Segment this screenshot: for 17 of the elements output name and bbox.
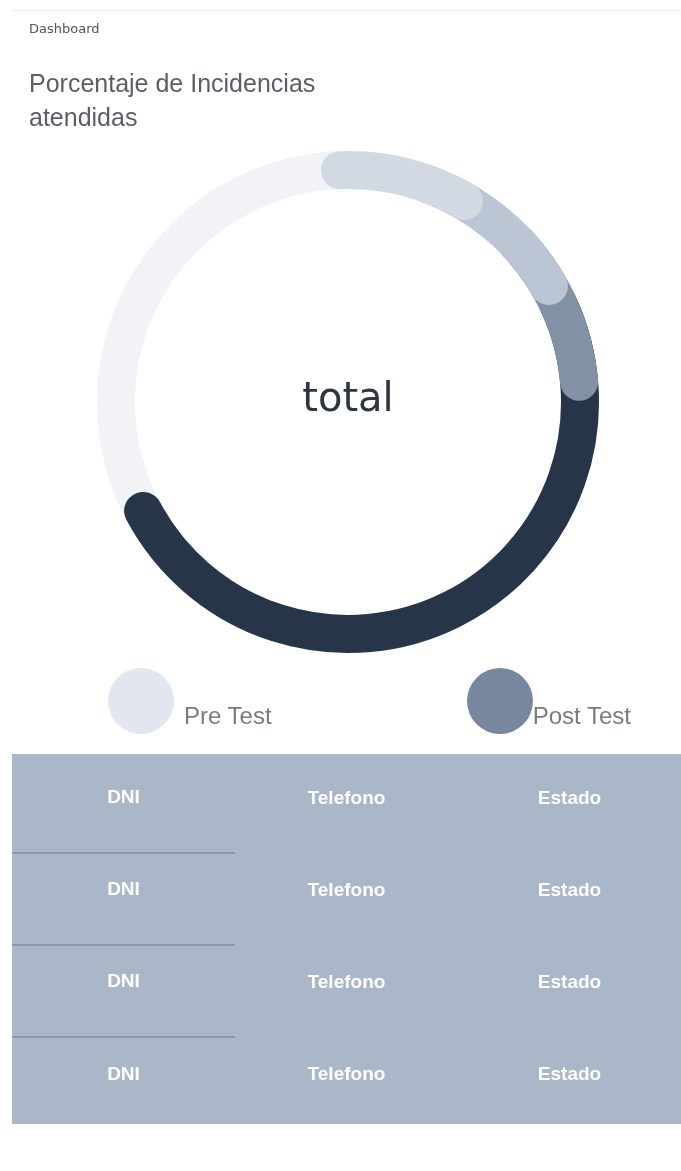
- table-cell: Estado: [537, 787, 602, 809]
- table-cell: Telefono: [307, 787, 386, 809]
- chart-title: Porcentaje de Incidencias atendidas: [29, 68, 317, 133]
- center-label: total: [302, 374, 394, 421]
- legend-label: Post Test: [532, 702, 631, 730]
- table-cell: Estado: [537, 879, 602, 901]
- table-cell: Telefono: [307, 971, 386, 993]
- table-cell: DNI: [107, 878, 140, 900]
- table-cell: Telefono: [307, 1063, 386, 1085]
- table-cell: Telefono: [307, 879, 386, 901]
- legend-label: Pre Test: [184, 702, 272, 730]
- table-cell: DNI: [107, 786, 140, 808]
- breadcrumb: Dashboard: [29, 21, 100, 36]
- table-cell: DNI: [107, 970, 140, 992]
- table-cell: DNI: [107, 1063, 140, 1085]
- table-cell: Estado: [537, 1063, 602, 1085]
- table-cell: Estado: [537, 971, 602, 993]
